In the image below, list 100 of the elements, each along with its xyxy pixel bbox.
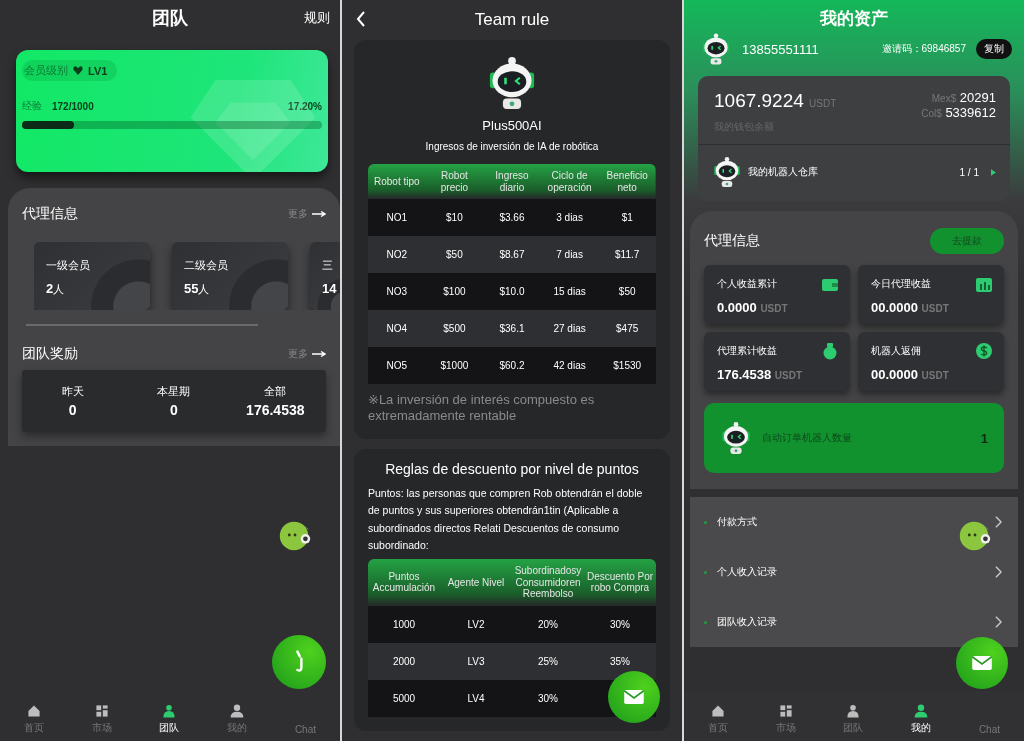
arrow-icon bbox=[312, 211, 326, 217]
nav-tab[interactable]: 市场 bbox=[91, 691, 112, 735]
chat-button[interactable] bbox=[272, 635, 326, 689]
grid-icon bbox=[93, 703, 110, 719]
page-title: 团队 bbox=[152, 7, 188, 30]
stat-label: 本星期 bbox=[157, 384, 191, 399]
arrow-icon bbox=[312, 351, 326, 357]
envelope-icon bbox=[623, 689, 645, 705]
triangle-icon bbox=[991, 168, 996, 176]
member-level-label: 三 bbox=[322, 258, 334, 273]
table-cell: 35% bbox=[610, 655, 630, 667]
nav-tab[interactable]: 团队 bbox=[843, 691, 864, 735]
table-cell: $10.0 bbox=[483, 273, 541, 310]
table-cell: LV3 bbox=[467, 655, 485, 667]
table-cell: 2000 bbox=[392, 655, 416, 667]
member-count-card[interactable]: 二级会员 55人 bbox=[172, 242, 288, 310]
table-cell: 25% bbox=[538, 655, 558, 667]
nav-tab[interactable]: 市场 bbox=[775, 691, 796, 735]
stat-value: 0 bbox=[170, 402, 178, 418]
table-cell: 30% bbox=[538, 692, 558, 704]
member-level-label: 二级会员 bbox=[184, 258, 229, 273]
table-cell: 3 dias bbox=[540, 199, 599, 236]
exp-label: 经验 bbox=[22, 99, 42, 113]
member-count-card[interactable]: 三 14 bbox=[310, 242, 340, 310]
chat-button[interactable] bbox=[956, 637, 1008, 689]
robot-icon bbox=[712, 155, 742, 189]
table-cell: $60.2 bbox=[483, 347, 541, 384]
section-title: 代理信息 bbox=[22, 205, 78, 223]
table-cell: $50 bbox=[598, 273, 656, 310]
table-cell: $1 bbox=[598, 199, 656, 236]
stat-label: 全部 bbox=[264, 384, 287, 399]
copy-button[interactable]: 复制 bbox=[976, 39, 1012, 59]
nav-tab[interactable]: 我的 bbox=[911, 691, 932, 735]
brand-name: Plus500AI bbox=[482, 118, 542, 133]
home-icon bbox=[709, 703, 726, 719]
robot-icon bbox=[720, 420, 752, 456]
table-cell: 42 dias bbox=[540, 347, 599, 384]
member-level-label: 一级会员 bbox=[46, 258, 91, 273]
table-cell: $1530 bbox=[598, 347, 656, 384]
column-header: Ingreso diario bbox=[483, 164, 541, 199]
nav-tab[interactable]: 首页 bbox=[23, 691, 44, 735]
menu-item[interactable]: 团队收入记录 bbox=[690, 597, 1018, 647]
table-cell: 7 dias bbox=[540, 236, 599, 273]
person-icon bbox=[229, 703, 246, 719]
column-header: Robot precio bbox=[425, 164, 484, 199]
nav-tab[interactable]: 我的 bbox=[227, 691, 248, 735]
grid-icon bbox=[777, 703, 794, 719]
column-header: Agente Nivel bbox=[440, 559, 512, 606]
table-cell: 30% bbox=[610, 618, 630, 630]
person-icon bbox=[913, 703, 930, 719]
nav-tab[interactable]: 团队 bbox=[159, 691, 180, 735]
level-label: 会员级别 bbox=[24, 63, 68, 78]
rule-paragraph: Puntos: las personas que compren Rob obtendrán el doble de puntos y sus superiores obtendrán1tin (Aplicable a subordinados directos Relati Descuentos de consumo subordinado: bbox=[368, 485, 644, 554]
page-title: 我的资产 bbox=[820, 7, 888, 30]
page-title: Team rule bbox=[474, 10, 550, 30]
table-cell: $3.66 bbox=[483, 199, 541, 236]
more-link[interactable]: 更多 bbox=[288, 207, 326, 221]
table-cell: $475 bbox=[598, 310, 656, 347]
table-cell: $1000 bbox=[425, 347, 484, 384]
table-cell: 27 dias bbox=[540, 310, 599, 347]
menu-item[interactable]: 个人收入记录 bbox=[690, 547, 1018, 597]
chevron-icon bbox=[995, 566, 1002, 578]
heart-icon bbox=[73, 66, 83, 75]
table-cell: $500 bbox=[425, 310, 484, 347]
coin-icon bbox=[974, 341, 994, 361]
table-cell: $8.67 bbox=[483, 236, 541, 273]
stat-value: 0 bbox=[68, 402, 77, 418]
rules-link[interactable]: 规则 bbox=[304, 9, 330, 27]
section-title: 代理信息 bbox=[704, 232, 760, 250]
envelope-icon bbox=[971, 655, 993, 671]
member-count-card[interactable]: 一级会员 2人 bbox=[34, 242, 150, 310]
warehouse-row[interactable]: 我的机器人仓库 1 / 1 bbox=[698, 145, 1010, 201]
table-cell: 5000 bbox=[392, 692, 416, 704]
table-cell: NO3 bbox=[368, 273, 426, 310]
earnings-label: 今日代理收益 bbox=[871, 277, 931, 291]
earnings-value: 00.0000 USDT bbox=[871, 300, 950, 315]
nav-tab[interactable]: Chat bbox=[294, 691, 316, 735]
table-cell: 15 dias bbox=[540, 273, 599, 310]
back-icon[interactable] bbox=[356, 11, 366, 27]
subtitle: Ingresos de inversión de IA de robótica bbox=[425, 141, 599, 152]
more-link[interactable]: 更多 bbox=[288, 347, 326, 361]
table-cell: NO2 bbox=[368, 236, 426, 273]
table-cell: $10 bbox=[425, 199, 484, 236]
earnings-label: 机器人返佣 bbox=[871, 344, 921, 358]
robot-avatar-icon bbox=[700, 32, 732, 66]
column-header: Subordinadosy Consumidoren Reembolso bbox=[512, 559, 584, 606]
exp-percent: 17.20% bbox=[288, 100, 322, 112]
nav-tab[interactable]: Chat bbox=[978, 691, 1000, 735]
table-cell: 20% bbox=[538, 618, 558, 630]
stat-label: 昨天 bbox=[61, 384, 84, 399]
earnings-label: 代理累计收益 bbox=[717, 344, 777, 358]
exp-value: 172/1000 bbox=[52, 100, 94, 112]
table-cell: NO1 bbox=[368, 199, 426, 236]
nav-tab[interactable]: 首页 bbox=[707, 691, 728, 735]
table-cell: $50 bbox=[425, 236, 484, 273]
table-cell: NO4 bbox=[368, 310, 426, 347]
column-header: Puntos Accumulación bbox=[368, 559, 440, 606]
table-cell: NO5 bbox=[368, 347, 426, 384]
member-count: 2人 bbox=[46, 281, 66, 297]
table-cell: 1000 bbox=[392, 618, 416, 630]
